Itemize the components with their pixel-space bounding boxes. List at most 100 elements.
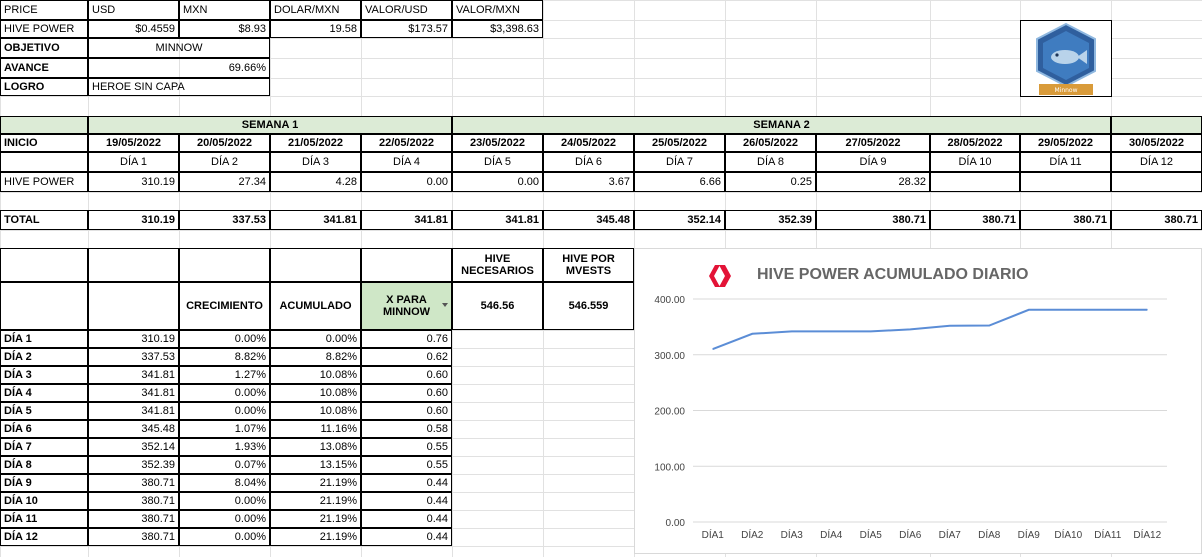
row-crecimiento[interactable]: 0.00% xyxy=(179,402,270,420)
date-cell[interactable]: 27/05/2022 xyxy=(816,134,930,152)
hp-value-cell[interactable] xyxy=(930,172,1020,192)
row-acumulado[interactable]: 0.00% xyxy=(270,330,361,348)
row-acumulado[interactable]: 21.19% xyxy=(270,474,361,492)
day-cell[interactable]: DÍA 3 xyxy=(270,152,361,172)
row-total[interactable]: 345.48 xyxy=(88,420,179,438)
hp-value-cell[interactable] xyxy=(1020,172,1111,192)
row-x-para-minnow[interactable]: 0.62 xyxy=(361,348,452,366)
row-crecimiento[interactable]: 8.04% xyxy=(179,474,270,492)
row-day-label[interactable]: DÍA 2 xyxy=(0,348,88,366)
date-cell[interactable]: 30/05/2022 xyxy=(1111,134,1202,152)
row-acumulado[interactable]: 10.08% xyxy=(270,384,361,402)
info-label[interactable]: OBJETIVO xyxy=(0,38,88,58)
price-header-cell[interactable]: VALOR/MXN xyxy=(452,0,543,20)
total-cell[interactable]: 310.19 xyxy=(88,210,179,230)
row-total[interactable]: 380.71 xyxy=(88,474,179,492)
price-header-cell[interactable]: VALOR/USD xyxy=(361,0,452,20)
total-cell[interactable]: 345.48 xyxy=(543,210,634,230)
row-acumulado[interactable]: 21.19% xyxy=(270,492,361,510)
row-day-label[interactable]: DÍA 10 xyxy=(0,492,88,510)
week-band-empty[interactable] xyxy=(0,116,88,134)
row-crecimiento[interactable]: 0.00% xyxy=(179,492,270,510)
row-day-label[interactable]: DÍA 5 xyxy=(0,402,88,420)
total-cell[interactable]: 341.81 xyxy=(361,210,452,230)
filter-dropdown-icon[interactable] xyxy=(442,303,448,307)
date-cell[interactable]: 22/05/2022 xyxy=(361,134,452,152)
day-cell[interactable]: DÍA 11 xyxy=(1020,152,1111,172)
day-cell[interactable]: DÍA 6 xyxy=(543,152,634,172)
row-acumulado[interactable]: 21.19% xyxy=(270,510,361,528)
row-crecimiento[interactable]: 1.93% xyxy=(179,438,270,456)
row-x-para-minnow[interactable]: 0.60 xyxy=(361,366,452,384)
price-header-cell[interactable]: DOLAR/MXN xyxy=(270,0,361,20)
total-cell[interactable]: 337.53 xyxy=(179,210,270,230)
row-crecimiento[interactable]: 1.07% xyxy=(179,420,270,438)
total-cell[interactable]: 380.71 xyxy=(816,210,930,230)
hp-label[interactable]: HIVE POWER xyxy=(0,172,88,192)
row-x-para-minnow[interactable]: 0.44 xyxy=(361,510,452,528)
empty-cell[interactable] xyxy=(0,282,88,330)
row-x-para-minnow[interactable]: 0.58 xyxy=(361,420,452,438)
row-total[interactable]: 341.81 xyxy=(88,366,179,384)
day-cell[interactable]: DÍA 4 xyxy=(361,152,452,172)
row-total[interactable]: 341.81 xyxy=(88,384,179,402)
day-cell[interactable]: DÍA 1 xyxy=(88,152,179,172)
info-value[interactable]: 69.66% xyxy=(88,58,270,78)
total-cell[interactable]: 341.81 xyxy=(270,210,361,230)
row-x-para-minnow[interactable]: 0.76 xyxy=(361,330,452,348)
hp-value-cell[interactable]: 0.00 xyxy=(452,172,543,192)
hive-por-mvests-header[interactable]: HIVE POR MVESTS xyxy=(543,248,634,282)
day-cell[interactable]: DÍA 8 xyxy=(725,152,816,172)
empty-cell[interactable] xyxy=(0,248,88,282)
empty-cell[interactable] xyxy=(88,282,179,330)
hp-value-cell[interactable] xyxy=(1111,172,1202,192)
row-acumulado[interactable]: 21.19% xyxy=(270,528,361,546)
empty-cell[interactable] xyxy=(270,248,361,282)
hp-value-cell[interactable]: 3.67 xyxy=(543,172,634,192)
week1-header[interactable]: SEMANA 1 xyxy=(88,116,452,134)
row-day-label[interactable]: DÍA 6 xyxy=(0,420,88,438)
info-label[interactable]: LOGRO xyxy=(0,78,88,96)
day-cell[interactable]: DÍA 5 xyxy=(452,152,543,172)
row-crecimiento[interactable]: 0.07% xyxy=(179,456,270,474)
row-day-label[interactable]: DÍA 12 xyxy=(0,528,88,546)
row-day-label[interactable]: DÍA 3 xyxy=(0,366,88,384)
row-x-para-minnow[interactable]: 0.55 xyxy=(361,456,452,474)
total-cell[interactable]: 380.71 xyxy=(930,210,1020,230)
empty-cell[interactable] xyxy=(88,248,179,282)
row-acumulado[interactable]: 11.16% xyxy=(270,420,361,438)
row-day-label[interactable]: DÍA 1 xyxy=(0,330,88,348)
hive-por-mvests-value[interactable]: 546.559 xyxy=(543,282,634,330)
x-para-minnow-header[interactable]: X PARA MINNOW xyxy=(361,282,452,330)
row-acumulado[interactable]: 13.08% xyxy=(270,438,361,456)
empty-cell[interactable] xyxy=(0,152,88,172)
price-header-cell[interactable]: PRICE xyxy=(0,0,88,20)
date-cell[interactable]: 20/05/2022 xyxy=(179,134,270,152)
row-crecimiento[interactable]: 0.00% xyxy=(179,528,270,546)
hive-price-cell[interactable]: $0.4559 xyxy=(88,20,179,38)
crecimiento-header[interactable]: CRECIMIENTO xyxy=(179,282,270,330)
hp-value-cell[interactable]: 6.66 xyxy=(634,172,725,192)
hive-price-cell[interactable]: $8.93 xyxy=(179,20,270,38)
empty-cell[interactable] xyxy=(179,248,270,282)
date-cell[interactable]: 23/05/2022 xyxy=(452,134,543,152)
info-value[interactable]: MINNOW xyxy=(88,38,270,58)
row-total[interactable]: 380.71 xyxy=(88,492,179,510)
row-total[interactable]: 341.81 xyxy=(88,402,179,420)
hp-value-cell[interactable]: 28.32 xyxy=(816,172,930,192)
hp-value-cell[interactable]: 0.25 xyxy=(725,172,816,192)
total-cell[interactable]: 380.71 xyxy=(1020,210,1111,230)
total-label[interactable]: TOTAL xyxy=(0,210,88,230)
hive-necesarios-header[interactable]: HIVE NECESARIOS xyxy=(452,248,543,282)
row-day-label[interactable]: DÍA 4 xyxy=(0,384,88,402)
row-total[interactable]: 310.19 xyxy=(88,330,179,348)
total-cell[interactable]: 380.71 xyxy=(1111,210,1202,230)
row-x-para-minnow[interactable]: 0.60 xyxy=(361,384,452,402)
hive-price-cell[interactable]: $3,398.63 xyxy=(452,20,543,38)
info-label[interactable]: AVANCE xyxy=(0,58,88,78)
price-header-cell[interactable]: USD xyxy=(88,0,179,20)
row-x-para-minnow[interactable]: 0.44 xyxy=(361,474,452,492)
row-crecimiento[interactable]: 0.00% xyxy=(179,384,270,402)
hp-value-cell[interactable]: 4.28 xyxy=(270,172,361,192)
day-cell[interactable]: DÍA 2 xyxy=(179,152,270,172)
